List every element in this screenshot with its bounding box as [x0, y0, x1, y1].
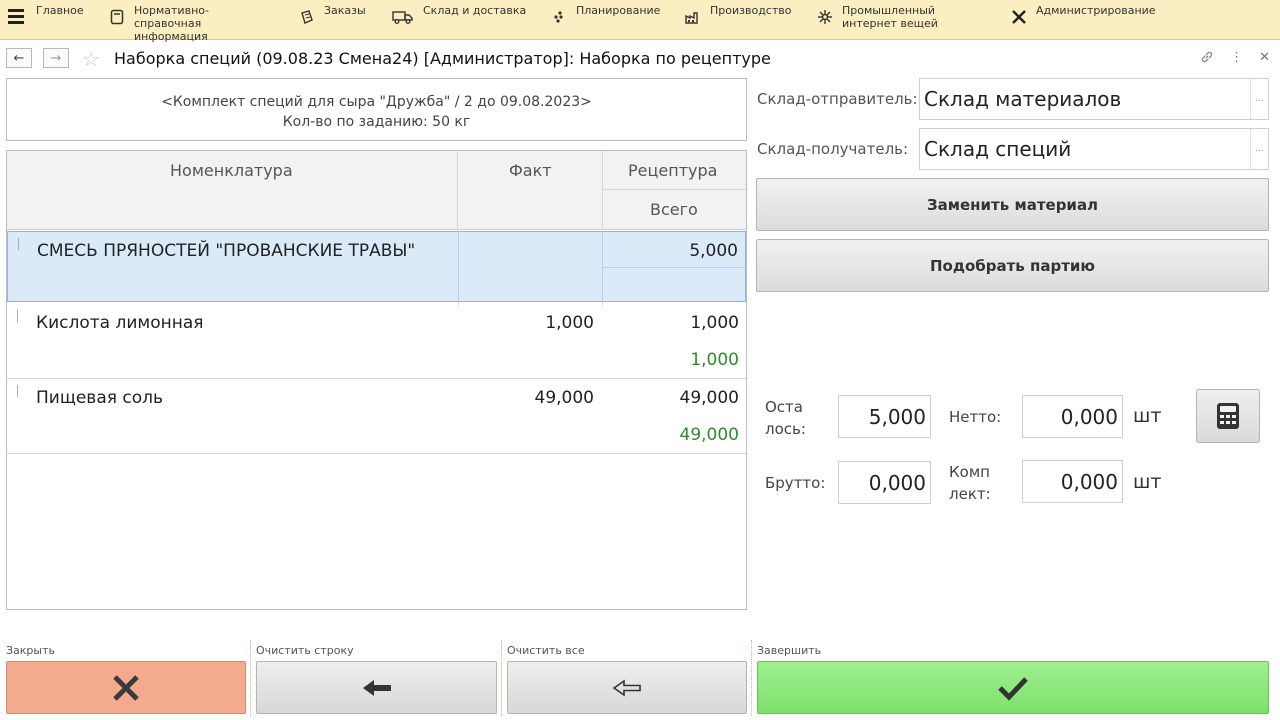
planning-icon [550, 8, 568, 26]
arrow-left-filled-icon [362, 679, 391, 696]
netto-field[interactable]: 0,000 [1022, 395, 1123, 438]
sender-warehouse-value: Склад материалов [924, 87, 1122, 111]
select-more-icon[interactable]: … [1250, 129, 1268, 169]
row-name: Пищевая соль [36, 388, 164, 408]
task-title: <Комплект специй для сыра "Дружба" / 2 д… [161, 94, 592, 110]
menu-item-label: Администрирование [1036, 4, 1156, 17]
menu-item-reference[interactable]: Нормативно-справочная информация [108, 3, 288, 43]
brutto-field[interactable]: 0,000 [838, 461, 931, 504]
recipe-table: Номенклатура Факт Рецептура Всего СМЕСЬ … [6, 150, 747, 610]
kit-unit: шт [1133, 471, 1162, 493]
iot-icon [816, 8, 834, 26]
row-name: Кислота лимонная [36, 313, 204, 333]
menu-item-label: Производство [710, 4, 792, 17]
arrow-left-icon: ← [13, 50, 25, 66]
row-name: СМЕСЬ ПРЯНОСТЕЙ "ПРОВАНСКИЕ ТРАВЫ" [37, 241, 416, 261]
window-tools: ⋮ ✕ [1200, 50, 1270, 68]
menu-item-admin[interactable]: Администрирование [1010, 3, 1156, 37]
task-quantity: Кол-во по заданию: 50 кг [282, 114, 471, 130]
menu-item-iot[interactable]: Промышленный интернет вещей [816, 3, 996, 37]
row-recipe: 1,000 [690, 313, 739, 333]
receiver-warehouse-label: Склад-получатель: [757, 140, 909, 158]
kit-label-line: лект: [949, 485, 991, 503]
column-header-fact[interactable]: Факт [509, 161, 552, 180]
factory-icon [684, 8, 702, 26]
arrow-right-icon: → [50, 50, 62, 66]
row-recipe: 49,000 [679, 388, 739, 408]
menu-item-main[interactable]: Главное [36, 3, 84, 37]
kit-label-line: Комп [949, 463, 990, 481]
select-more-icon[interactable]: … [1250, 79, 1268, 119]
calculator-button[interactable] [1196, 389, 1260, 443]
link-icon[interactable] [1200, 50, 1214, 68]
task-info: <Комплект специй для сыра "Дружба" / 2 д… [6, 78, 747, 141]
column-header-total[interactable]: Всего [650, 200, 698, 219]
main-menu-bar: Главное Нормативно-справочная информация… [0, 0, 1280, 43]
column-header-name[interactable]: Номенклатура [170, 161, 293, 180]
window-title: Наборка специй (09.08.23 Смена24) [Админ… [114, 49, 771, 68]
replace-material-button[interactable]: Заменить материал [756, 178, 1269, 231]
row-total: 1,000 [690, 350, 739, 370]
orders-icon [298, 8, 316, 26]
book-icon [108, 8, 126, 26]
kit-field[interactable]: 0,000 [1022, 460, 1123, 503]
finish-label: Завершить [757, 644, 822, 657]
menu-item-orders[interactable]: Заказы [298, 3, 366, 37]
close-x-icon [113, 674, 139, 701]
clear-all-button[interactable] [507, 661, 747, 714]
clear-row-label: Очистить строку [256, 644, 354, 657]
receiver-warehouse-field[interactable]: Склад специй … [919, 128, 1269, 170]
table-row[interactable]: Кислота лимонная 1,000 1,000 1,000 [7, 304, 746, 379]
select-batch-button[interactable]: Подобрать партию [756, 239, 1269, 292]
table-row[interactable]: СМЕСЬ ПРЯНОСТЕЙ "ПРОВАНСКИЕ ТРАВЫ" 5,000 [7, 231, 746, 305]
hamburger-icon[interactable] [8, 9, 24, 24]
column-header-recipe[interactable]: Рецептура [628, 161, 717, 180]
menu-item-label: Планирование [576, 4, 661, 17]
menu-item-label: Нормативно-справочная информация [134, 4, 209, 43]
menu-item-label: Промышленный интернет вещей [842, 4, 938, 30]
checkmark-icon [998, 676, 1028, 701]
arrow-left-outline-icon [612, 678, 641, 697]
row-recipe: 5,000 [689, 241, 738, 261]
receiver-warehouse-value: Склад специй [924, 137, 1072, 161]
back-button[interactable]: ← [6, 48, 32, 68]
menu-item-warehouse[interactable]: Склад и доставка [391, 3, 526, 37]
table-row[interactable]: Пищевая соль 49,000 49,000 49,000 [7, 379, 746, 454]
kit-label: Комп лект: [949, 461, 991, 505]
more-icon[interactable]: ⋮ [1230, 50, 1243, 68]
favorite-star-icon[interactable]: ☆ [82, 47, 100, 71]
remaining-label: Оста лось: [765, 396, 806, 440]
remaining-label-line: Оста [765, 398, 803, 416]
truck-icon [391, 8, 415, 26]
calculator-icon [1217, 403, 1239, 429]
sender-warehouse-label: Склад-отправитель: [757, 90, 918, 108]
menu-item-label: Главное [36, 4, 84, 17]
row-fact: 49,000 [534, 388, 594, 408]
window-titlebar: ← → ☆ Наборка специй (09.08.23 Смена24) … [0, 44, 1280, 74]
clear-all-label: Очистить все [507, 644, 585, 657]
sender-warehouse-field[interactable]: Склад материалов … [919, 78, 1269, 120]
menu-item-production[interactable]: Производство [684, 3, 791, 37]
table-header: Номенклатура Факт Рецептура Всего [7, 151, 746, 230]
close-label: Закрыть [6, 644, 55, 657]
forward-button[interactable]: → [43, 48, 69, 68]
menu-item-planning[interactable]: Планирование [550, 3, 660, 37]
close-icon[interactable]: ✕ [1259, 50, 1270, 68]
clear-row-button[interactable] [256, 661, 497, 714]
brutto-label: Брутто: [765, 474, 826, 492]
row-fact: 1,000 [545, 313, 594, 333]
netto-unit: шт [1133, 405, 1162, 427]
remaining-label-line: лось: [765, 420, 806, 438]
menu-item-label: Заказы [324, 4, 366, 17]
tools-icon [1010, 8, 1028, 26]
remaining-field[interactable]: 5,000 [838, 395, 931, 438]
finish-button[interactable] [757, 661, 1269, 714]
row-total: 49,000 [679, 425, 739, 445]
netto-label: Нетто: [949, 408, 1002, 426]
menu-item-label: Склад и доставка [423, 4, 527, 17]
close-button[interactable] [6, 661, 246, 714]
